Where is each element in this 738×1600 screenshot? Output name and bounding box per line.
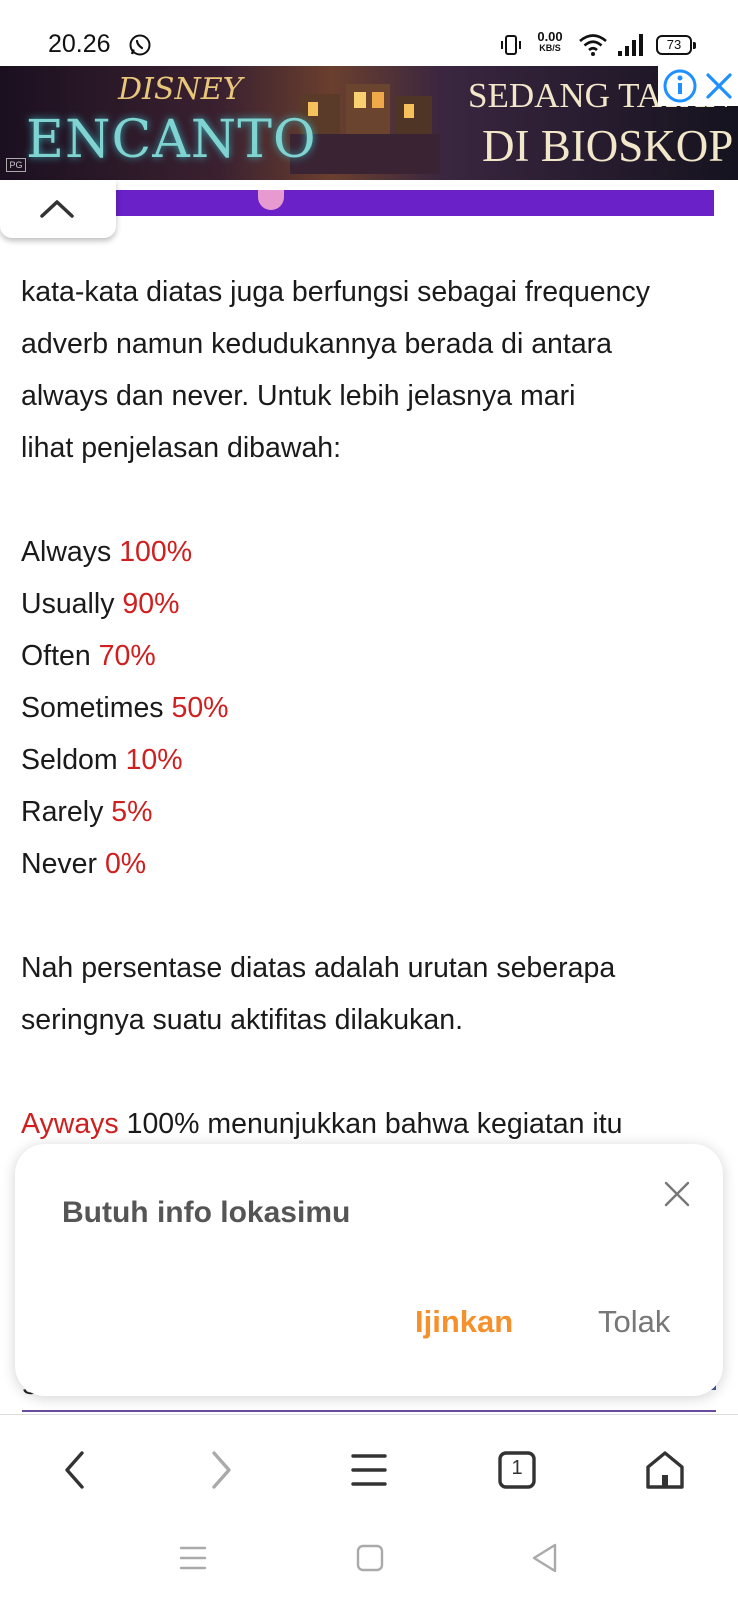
summary-line: seringnya suatu aktifitas dilakukan. (21, 1004, 464, 1036)
strip-decoration (258, 190, 284, 210)
browser-toolbar: 1 (0, 1414, 738, 1524)
back-triangle-icon[interactable] (525, 1538, 565, 1578)
frequency-word: Often (21, 640, 91, 672)
frequency-word: Rarely (21, 796, 104, 828)
recents-icon[interactable] (173, 1538, 213, 1578)
close-icon (706, 73, 732, 99)
tabs-button[interactable]: 1 (492, 1445, 542, 1495)
ad-title: ENCANTO (26, 110, 317, 170)
frequency-percent: 70% (98, 640, 156, 672)
frequency-item: Rarely 5% (21, 786, 711, 838)
home-square-icon[interactable] (350, 1538, 390, 1578)
frequency-word: Never (21, 848, 98, 880)
wifi-icon (579, 34, 607, 56)
deny-button[interactable]: Tolak (598, 1304, 670, 1340)
frequency-word: Always (21, 536, 112, 568)
menu-icon[interactable] (344, 1445, 394, 1495)
location-permission-dialog: Butuh info lokasimu Ijinkan Tolak (15, 1144, 723, 1396)
frequency-word: Seldom (21, 744, 118, 776)
frequency-percent: 50% (171, 692, 229, 724)
net-speed: 0.00 KB/S (533, 30, 567, 53)
frequency-word: Sometimes (21, 692, 164, 724)
net-speed-unit: KB/S (539, 43, 561, 53)
article-body: kata-kata diatas juga berfungsi sebagai … (21, 266, 711, 1150)
intro-line: kata-kata diatas juga berfungsi sebagai … (21, 276, 650, 308)
content-image-strip (116, 190, 714, 216)
highlight-word: Ayways (21, 1108, 119, 1140)
permission-title: Butuh info lokasimu (62, 1196, 351, 1229)
ad-info-button[interactable] (658, 66, 700, 106)
back-icon[interactable] (50, 1445, 100, 1495)
whatsapp-icon (129, 34, 151, 56)
ad-close-button[interactable] (700, 66, 738, 106)
content-divider (22, 1410, 716, 1412)
status-bar: 20.26 0.00 KB/S 73 (0, 0, 738, 66)
summary-line: Nah persentase diatas adalah urutan sebe… (21, 952, 616, 984)
explanation-text: 100% menunjukkan bahwa kegiatan itu (118, 1108, 623, 1140)
frequency-item: Sometimes 50% (21, 682, 711, 734)
frequency-item: Usually 90% (21, 578, 711, 630)
tab-count: 1 (511, 1457, 523, 1479)
ad-line2: DI BIOSKOP (482, 121, 734, 171)
ad-rating: PG (6, 158, 26, 172)
collapse-ad-button[interactable] (0, 180, 116, 238)
ad-banner[interactable]: DISNEY ENCANTO SEDANG TAYANG DI BIOSKOP … (0, 66, 738, 180)
chevron-up-icon (40, 200, 74, 218)
frequency-item: Never 0% (21, 838, 711, 890)
intro-line: lihat penjelasan dibawah: (21, 432, 342, 464)
system-navigation (0, 1524, 738, 1600)
frequency-word: Usually (21, 588, 115, 620)
frequency-percent: 100% (119, 536, 193, 568)
allow-button[interactable]: Ijinkan (415, 1304, 513, 1340)
vibrate-icon (501, 35, 521, 55)
frequency-percent: 5% (111, 796, 153, 828)
net-speed-value: 0.00 (537, 29, 563, 44)
frequency-item: Seldom 10% (21, 734, 711, 786)
frequency-percent: 10% (125, 744, 183, 776)
frequency-item: Always 100% (21, 526, 711, 578)
intro-line: always dan never. Untuk lebih jelasnya m… (21, 380, 576, 412)
signal-icon (618, 34, 643, 56)
frequency-item: Often 70% (21, 630, 711, 682)
frequency-percent: 90% (122, 588, 180, 620)
status-time: 20.26 (48, 30, 111, 58)
close-icon[interactable] (663, 1180, 691, 1208)
intro-line: adverb namun kedudukannya berada di anta… (21, 328, 613, 360)
info-icon (663, 69, 697, 103)
home-icon[interactable] (640, 1445, 690, 1495)
forward-icon[interactable] (196, 1445, 246, 1495)
battery-icon: 73 (656, 35, 696, 55)
frequency-percent: 0% (104, 848, 147, 880)
ad-brand: DISNEY (118, 72, 243, 107)
explanation-line: Ayways 100% menunjukkan bahwa kegiatan i… (21, 1098, 711, 1150)
